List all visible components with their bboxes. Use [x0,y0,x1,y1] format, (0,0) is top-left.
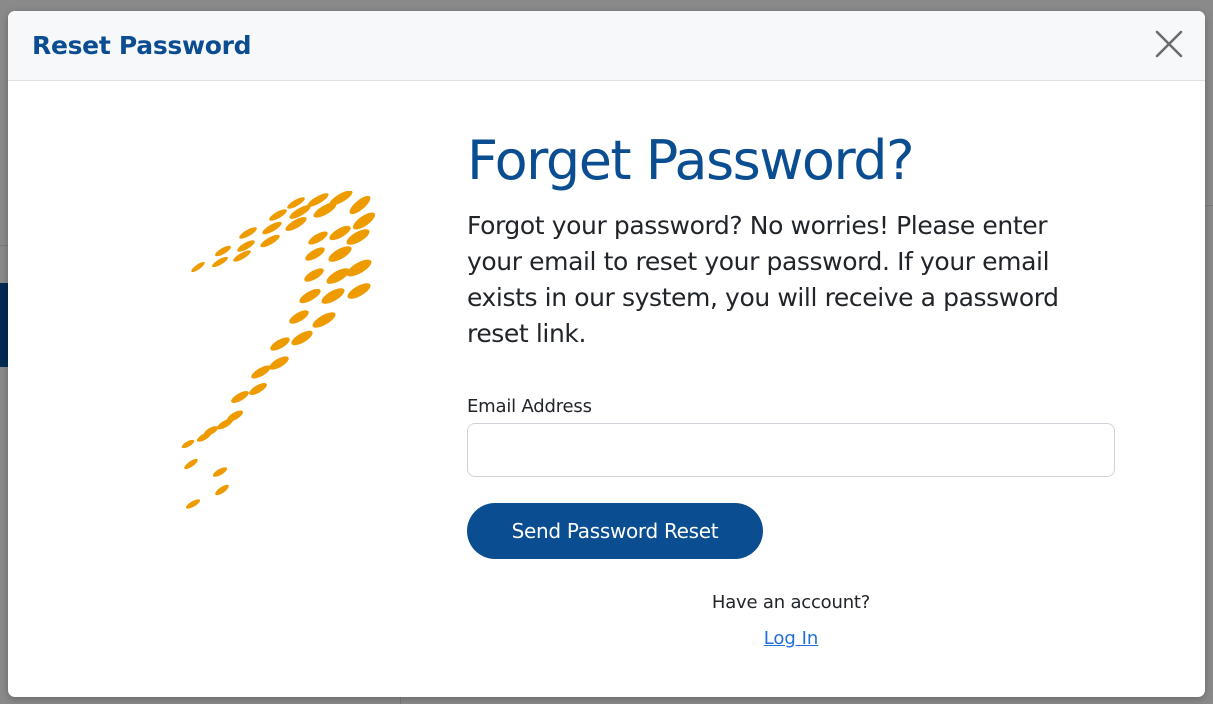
logo-dash [289,310,309,324]
logo-dash [215,245,231,257]
background-divider [1205,205,1213,206]
background-dark-panel [0,283,8,367]
background-divider [0,245,8,246]
logo-dash [304,268,324,282]
logo-dash [299,288,321,304]
email-field[interactable] [467,423,1115,477]
logo-dash [215,484,229,496]
logo-dash [291,330,313,346]
logo-dash [269,356,289,370]
logo-dash [308,231,328,245]
logo-dash [321,288,345,304]
page-heading: Forget Password? [467,129,915,192]
logo-dash [231,391,249,403]
background-divider [400,697,401,704]
brand-swoosh-logo-icon [181,191,376,509]
close-button[interactable] [1152,27,1186,61]
logo-dash [269,209,287,221]
logo-dash [212,256,228,268]
logo-dash [305,247,325,261]
logo-dash [251,365,271,379]
logo-dash [312,312,336,328]
logo-dash [196,432,212,442]
logo-dash [346,259,372,277]
modal-title: Reset Password [32,31,252,60]
login-link[interactable]: Log In [764,628,819,649]
send-password-reset-button[interactable]: Send Password Reset [467,503,763,559]
logo-dash [184,458,198,470]
have-account-text: Have an account? [711,592,871,613]
logo-dash [191,261,205,273]
logo-dash [260,234,280,248]
logo-dash [185,499,201,509]
logo-dash [328,246,352,262]
logo-dash [270,337,290,351]
close-icon [1155,30,1183,58]
logo-dash [347,283,371,299]
login-link-container: Log In [467,627,1115,651]
logo-dash [262,221,282,235]
reset-password-modal: Reset Password Forget Password? Forgot y… [8,11,1205,697]
email-label: Email Address [467,396,592,417]
logo-dash [212,467,228,477]
logo-dash [181,439,195,449]
instructions-text: Forgot your password? No worries! Please… [467,211,1059,348]
logo-dash [239,227,257,239]
logo-dash [249,383,267,395]
modal-header: Reset Password [8,11,1205,81]
logo-dash [217,418,233,430]
logo-dash [326,268,350,284]
